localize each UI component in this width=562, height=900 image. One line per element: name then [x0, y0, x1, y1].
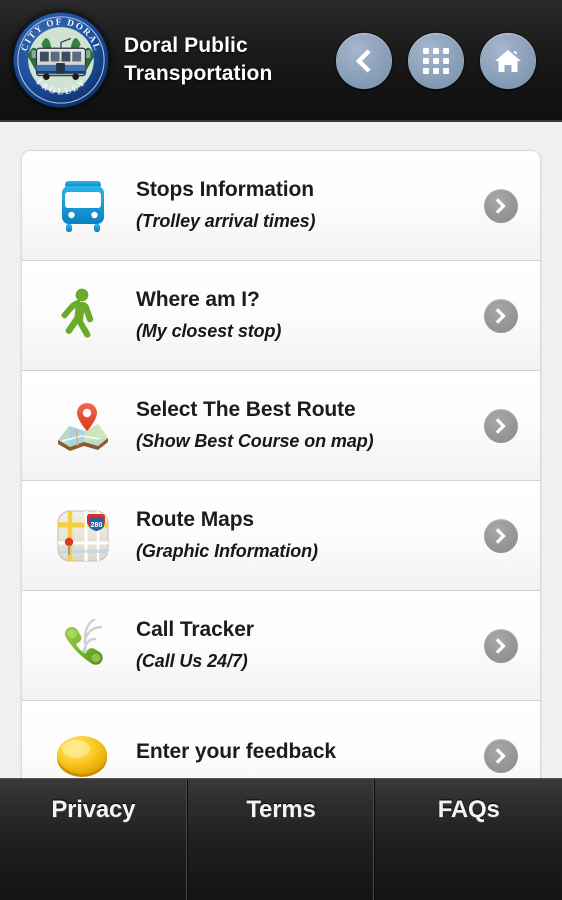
header-nav-buttons [336, 33, 536, 89]
menu-item-title: Stops Information [136, 178, 314, 202]
menu-item-subtitle: (Trolley arrival times) [136, 211, 316, 232]
menu-item-title: Call Tracker [136, 618, 254, 642]
menu-item-title: Select The Best Route [136, 398, 356, 422]
back-button[interactable] [336, 33, 392, 89]
page-title: Doral Public Transportation [124, 34, 273, 85]
svg-text:280: 280 [91, 522, 103, 529]
menu-card: Stops Information (Trolley arrival times… [21, 150, 541, 778]
menu-item-text: Where am I? (My closest stop) [136, 287, 484, 344]
coin-icon [52, 725, 114, 778]
menu-item-subtitle: (Graphic Information) [136, 541, 318, 562]
chevron-left-icon [355, 49, 371, 73]
tab-privacy-label: Privacy [51, 796, 136, 823]
menu-item-subtitle: (Show Best Course on map) [136, 431, 374, 452]
city-of-doral-trolley-logo: CITY OF DORAL TROLLEY [12, 11, 110, 109]
menu-item-title: Route Maps [136, 508, 255, 532]
bus-icon [52, 175, 114, 237]
tab-privacy[interactable]: Privacy [0, 779, 188, 900]
menu-item-call-tracker[interactable]: Call Tracker (Call Us 24/7) [22, 591, 540, 701]
menu-item-text: Call Tracker (Call Us 24/7) [136, 617, 484, 674]
apps-grid-button[interactable] [408, 33, 464, 89]
tab-terms-label: Terms [246, 796, 316, 823]
menu-item-enter-your-feedback[interactable]: Enter your feedback [22, 701, 540, 778]
menu-item-text: Stops Information (Trolley arrival times… [136, 177, 484, 234]
menu-item-stops-information[interactable]: Stops Information (Trolley arrival times… [22, 151, 540, 261]
app-root: CITY OF DORAL TROLLEY Doral Public Trans… [0, 0, 562, 900]
chevron-right-icon[interactable] [484, 188, 518, 223]
chevron-right-icon[interactable] [484, 739, 518, 773]
menu-scroll-area[interactable]: Stops Information (Trolley arrival times… [0, 122, 562, 778]
grid-icon [423, 48, 449, 74]
menu-item-subtitle: (Call Us 24/7) [136, 651, 248, 672]
tab-faqs-label: FAQs [437, 796, 500, 823]
tab-faqs[interactable]: FAQs [375, 779, 562, 900]
app-header: CITY OF DORAL TROLLEY Doral Public Trans… [0, 0, 562, 122]
footer-tab-bar: Privacy Terms FAQs [0, 778, 562, 900]
menu-item-route-maps[interactable]: 280 Route Maps (Graphic Information) [22, 481, 540, 591]
pedestrian-icon [52, 285, 114, 347]
menu-item-text: Enter your feedback [136, 739, 484, 772]
tab-terms[interactable]: Terms [188, 779, 376, 900]
menu-item-text: Route Maps (Graphic Information) [136, 507, 484, 564]
menu-item-text: Select The Best Route (Show Best Course … [136, 397, 484, 454]
chevron-right-icon[interactable] [484, 408, 518, 443]
route-map-icon: 280 [52, 505, 114, 567]
menu-item-subtitle: (My closest stop) [136, 321, 282, 342]
chevron-right-icon[interactable] [484, 298, 518, 333]
chevron-right-icon[interactable] [484, 518, 518, 553]
map-pin-icon [52, 395, 114, 457]
menu-item-title: Enter your feedback [136, 740, 336, 764]
menu-item-where-am-i[interactable]: Where am I? (My closest stop) [22, 261, 540, 371]
home-icon [495, 50, 521, 72]
home-button[interactable] [480, 33, 536, 89]
phone-call-icon [52, 615, 114, 677]
menu-item-select-the-best-route[interactable]: Select The Best Route (Show Best Course … [22, 371, 540, 481]
menu-item-title: Where am I? [136, 288, 260, 312]
chevron-right-icon[interactable] [484, 628, 518, 663]
